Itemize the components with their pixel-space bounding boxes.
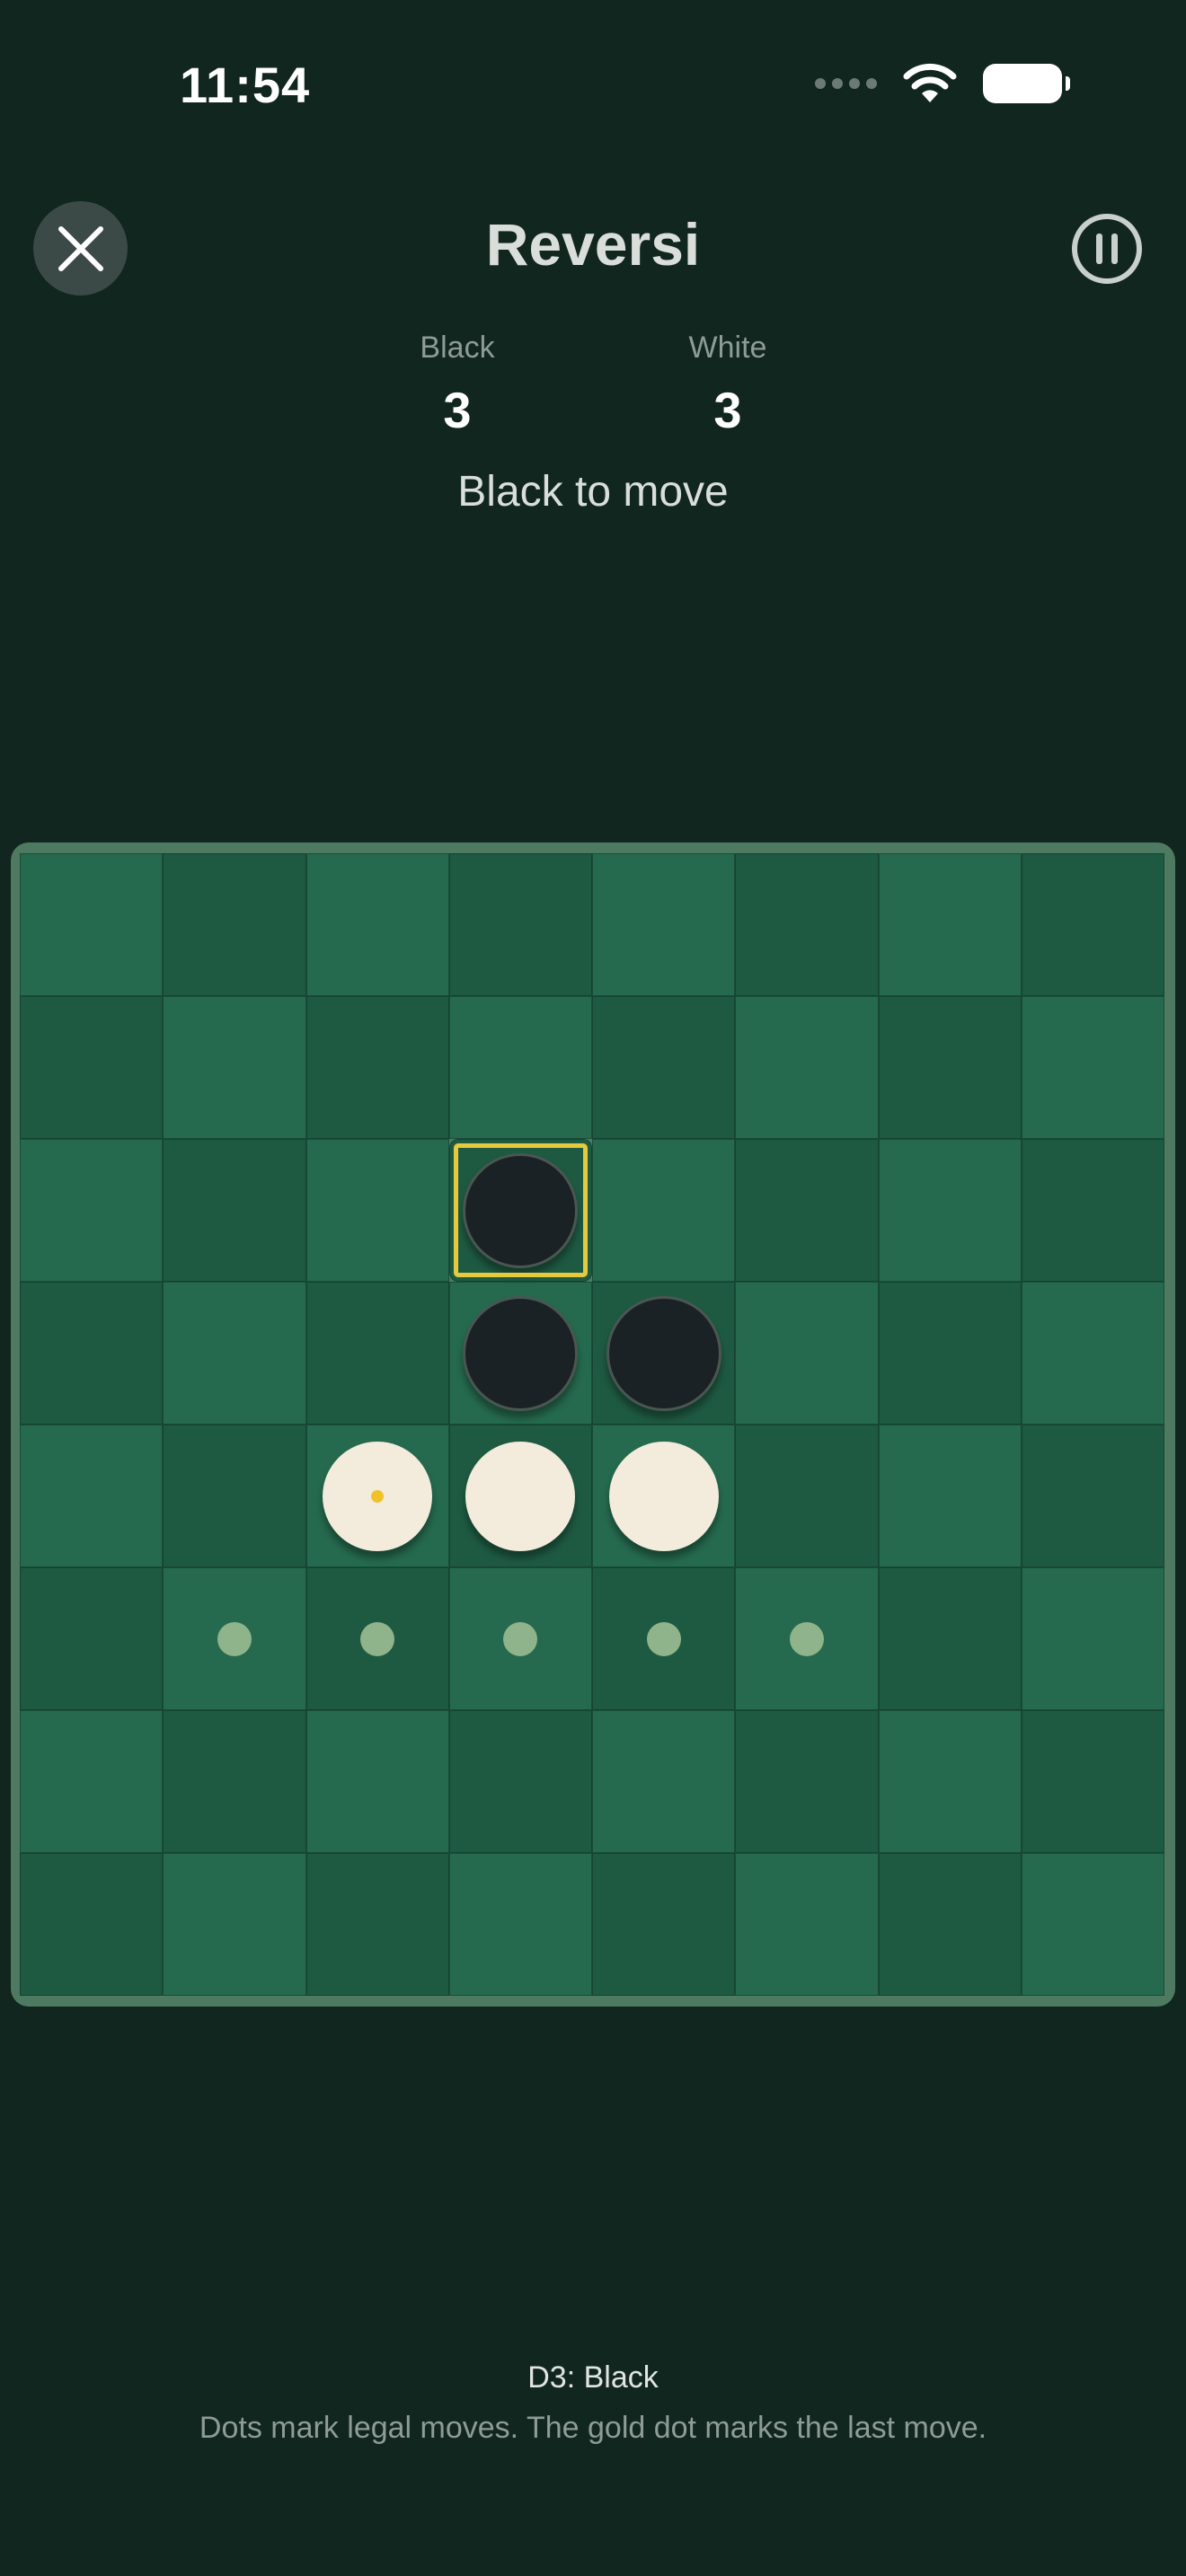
board-cell-h1 xyxy=(1021,853,1164,996)
last-move-text: D3: Black xyxy=(527,2360,659,2395)
status-indicators xyxy=(815,63,1070,104)
board-cell-e1 xyxy=(592,853,736,996)
board-cell-b4 xyxy=(163,1282,306,1425)
board-cell-h6 xyxy=(1021,1567,1164,1710)
board-cell-h3 xyxy=(1021,1139,1164,1282)
black-disc xyxy=(606,1295,721,1411)
board-cell-g5 xyxy=(878,1425,1022,1567)
board-cell-g7 xyxy=(878,1710,1022,1853)
board-cell-f3 xyxy=(735,1139,879,1282)
cellular-signal-icon xyxy=(815,78,877,89)
board-cell-f1 xyxy=(735,853,879,996)
black-score: Black 3 xyxy=(367,331,547,439)
legal-move-dot[interactable] xyxy=(789,1621,824,1656)
legal-move-dot[interactable] xyxy=(646,1621,681,1656)
pause-button[interactable] xyxy=(1070,212,1144,286)
board-cell-d4 xyxy=(448,1282,592,1425)
board-cell-d7 xyxy=(448,1710,592,1853)
board-cell-c6[interactable] xyxy=(305,1567,449,1710)
turn-status: Black to move xyxy=(457,468,729,516)
board-cell-f6[interactable] xyxy=(735,1567,879,1710)
board-cell-c4 xyxy=(305,1282,449,1425)
wifi-icon xyxy=(903,63,957,102)
board-cell-f4 xyxy=(735,1282,879,1425)
board-cell-a1 xyxy=(20,853,164,996)
board-cell-f7 xyxy=(735,1710,879,1853)
board-cell-f2 xyxy=(735,996,879,1139)
board-cell-d8 xyxy=(448,1853,592,1996)
board-cell-c7 xyxy=(305,1710,449,1853)
white-score: White 3 xyxy=(638,331,818,439)
page-title: Reversi xyxy=(485,211,701,278)
game-board xyxy=(20,853,1164,1996)
board-cell-e6[interactable] xyxy=(592,1567,736,1710)
board-cell-c8 xyxy=(305,1853,449,1996)
board-cell-c2 xyxy=(305,996,449,1139)
board-cell-e7 xyxy=(592,1710,736,1853)
board-cell-a3 xyxy=(20,1139,164,1282)
pause-icon xyxy=(1072,214,1142,284)
battery-icon xyxy=(983,64,1070,103)
board-cell-g2 xyxy=(878,996,1022,1139)
board-cell-e2 xyxy=(592,996,736,1139)
board-cell-d2 xyxy=(448,996,592,1139)
black-score-value: 3 xyxy=(443,382,472,438)
board-cell-h5 xyxy=(1021,1425,1164,1567)
board-cell-h4 xyxy=(1021,1282,1164,1425)
board-cell-a5 xyxy=(20,1425,164,1567)
board-cell-a6 xyxy=(20,1567,164,1710)
board-cell-b3 xyxy=(163,1139,306,1282)
board-cell-a8 xyxy=(20,1853,164,1996)
hint-text: Dots mark legal moves. The gold dot mark… xyxy=(199,2411,987,2445)
board-cell-e5 xyxy=(592,1425,736,1567)
board-cell-h7 xyxy=(1021,1710,1164,1853)
white-disc xyxy=(608,1441,719,1551)
board-cell-f8 xyxy=(735,1853,879,1996)
board-cell-a4 xyxy=(20,1282,164,1425)
white-score-value: 3 xyxy=(713,382,742,438)
board-cell-b6[interactable] xyxy=(163,1567,306,1710)
white-score-label: White xyxy=(688,331,767,365)
board-cell-a7 xyxy=(20,1710,164,1853)
board-cell-b1 xyxy=(163,853,306,996)
board-cell-g1 xyxy=(878,853,1022,996)
board-cell-b8 xyxy=(163,1853,306,1996)
board-cell-c3 xyxy=(305,1139,449,1282)
legal-move-dot[interactable] xyxy=(503,1621,538,1656)
white-disc xyxy=(465,1441,576,1551)
board-cell-c1 xyxy=(305,853,449,996)
board-cell-g6 xyxy=(878,1567,1022,1710)
board-cell-c5 xyxy=(305,1425,449,1567)
black-disc xyxy=(463,1295,579,1411)
white-disc xyxy=(323,1441,433,1551)
board-cell-b5 xyxy=(163,1425,306,1567)
status-time: 11:54 xyxy=(180,57,311,113)
board-cell-h2 xyxy=(1021,996,1164,1139)
board-cell-b2 xyxy=(163,996,306,1139)
board-cell-d5 xyxy=(448,1425,592,1567)
board-cell-h8 xyxy=(1021,1853,1164,1996)
board-cell-e4 xyxy=(592,1282,736,1425)
black-score-label: Black xyxy=(420,331,495,365)
game-screen: 11:54 Reversi Black 3 White 3 Black to m… xyxy=(0,0,1186,2576)
board-cell-f5 xyxy=(735,1425,879,1567)
board-cell-d1 xyxy=(448,853,592,996)
board-cell-g3 xyxy=(878,1139,1022,1282)
board-cell-g4 xyxy=(878,1282,1022,1425)
legal-move-dot[interactable] xyxy=(360,1621,395,1656)
legal-move-dot[interactable] xyxy=(217,1621,252,1656)
board-cell-b7 xyxy=(163,1710,306,1853)
board-cell-e3 xyxy=(592,1139,736,1282)
board-cell-a2 xyxy=(20,996,164,1139)
black-disc xyxy=(463,1152,579,1268)
board-cell-d6[interactable] xyxy=(448,1567,592,1710)
board-cell-e8 xyxy=(592,1853,736,1996)
board-cell-g8 xyxy=(878,1853,1022,1996)
last-move-dot xyxy=(371,1489,385,1503)
board-cell-d3 xyxy=(448,1139,592,1282)
